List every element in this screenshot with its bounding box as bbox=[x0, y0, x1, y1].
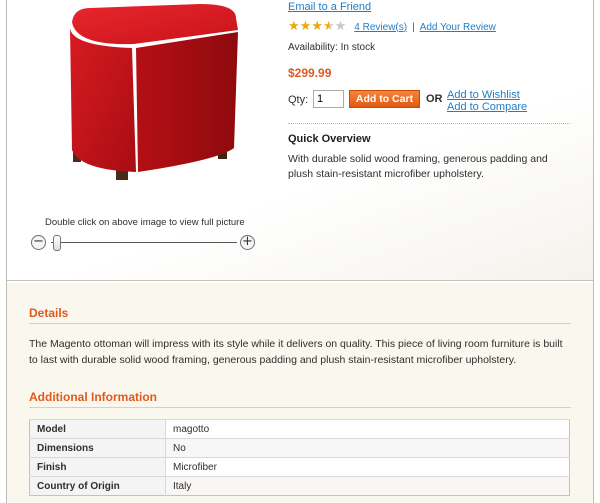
star-icon: ★ bbox=[311, 19, 323, 34]
divider bbox=[29, 407, 571, 408]
table-row: Model magotto bbox=[29, 419, 570, 439]
attribute-label: Finish bbox=[29, 457, 166, 477]
attribute-label: Model bbox=[29, 419, 166, 439]
availability: Availability: In stock bbox=[288, 42, 376, 53]
qty-label: Qty: bbox=[288, 94, 309, 106]
additional-info-title: Additional Information bbox=[29, 390, 157, 404]
details-title: Details bbox=[29, 306, 69, 320]
zoom-slider-track[interactable] bbox=[51, 242, 237, 243]
attribute-value: Microfiber bbox=[165, 457, 570, 477]
or-label: OR bbox=[426, 93, 443, 105]
separator: | bbox=[412, 21, 415, 33]
star-icon: ★ bbox=[299, 19, 312, 34]
divider bbox=[288, 123, 570, 124]
zoom-in-button[interactable]: + bbox=[240, 235, 255, 250]
add-to-cart-box: Qty: Add to Cart OR Add to Wishlist Add … bbox=[288, 89, 578, 116]
table-row: Dimensions No bbox=[29, 438, 570, 458]
rating-row: ★ ★ ★ ★ ★ 4 Review(s) | Add Your Review bbox=[288, 19, 496, 34]
zoom-out-button[interactable]: − bbox=[31, 235, 46, 250]
attribute-value: Italy bbox=[165, 476, 570, 496]
qty-input[interactable] bbox=[313, 90, 344, 108]
additional-info-table: Model magotto Dimensions No Finish Micro… bbox=[29, 419, 570, 496]
table-row: Country of Origin Italy bbox=[29, 476, 570, 496]
attribute-value: magotto bbox=[165, 419, 570, 439]
add-review-link[interactable]: Add Your Review bbox=[420, 22, 496, 33]
quick-overview-title: Quick Overview bbox=[288, 133, 371, 145]
divider bbox=[29, 323, 571, 324]
rating-stars: ★ ★ ★ ★ ★ bbox=[288, 19, 347, 34]
quick-overview-text: With durable solid wood framing, generou… bbox=[288, 153, 548, 180]
empty-star-icon: ★ bbox=[334, 19, 347, 34]
add-to-wishlist-link[interactable]: Add to Wishlist bbox=[447, 89, 520, 101]
price: $299.99 bbox=[288, 66, 332, 80]
product-image[interactable] bbox=[50, 0, 245, 180]
zoom-slider-handle[interactable] bbox=[53, 235, 61, 251]
attribute-value: No bbox=[165, 438, 570, 458]
attribute-label: Dimensions bbox=[29, 438, 166, 458]
attribute-label: Country of Origin bbox=[29, 476, 166, 496]
half-star-icon: ★ bbox=[322, 19, 335, 34]
details-text: The Magento ottoman will impress with it… bbox=[29, 338, 563, 366]
star-icon: ★ bbox=[288, 19, 300, 34]
table-row: Finish Microfiber bbox=[29, 457, 570, 477]
ottoman-picture bbox=[70, 4, 238, 180]
zoom-control: − + bbox=[31, 234, 257, 252]
reviews-link[interactable]: 4 Review(s) bbox=[354, 22, 407, 33]
email-to-friend-link[interactable]: Email to a Friend bbox=[288, 1, 371, 13]
add-to-cart-button[interactable]: Add to Cart bbox=[349, 90, 420, 108]
zoom-caption: Double click on above image to view full… bbox=[45, 217, 245, 228]
add-to-compare-link[interactable]: Add to Compare bbox=[447, 101, 527, 113]
